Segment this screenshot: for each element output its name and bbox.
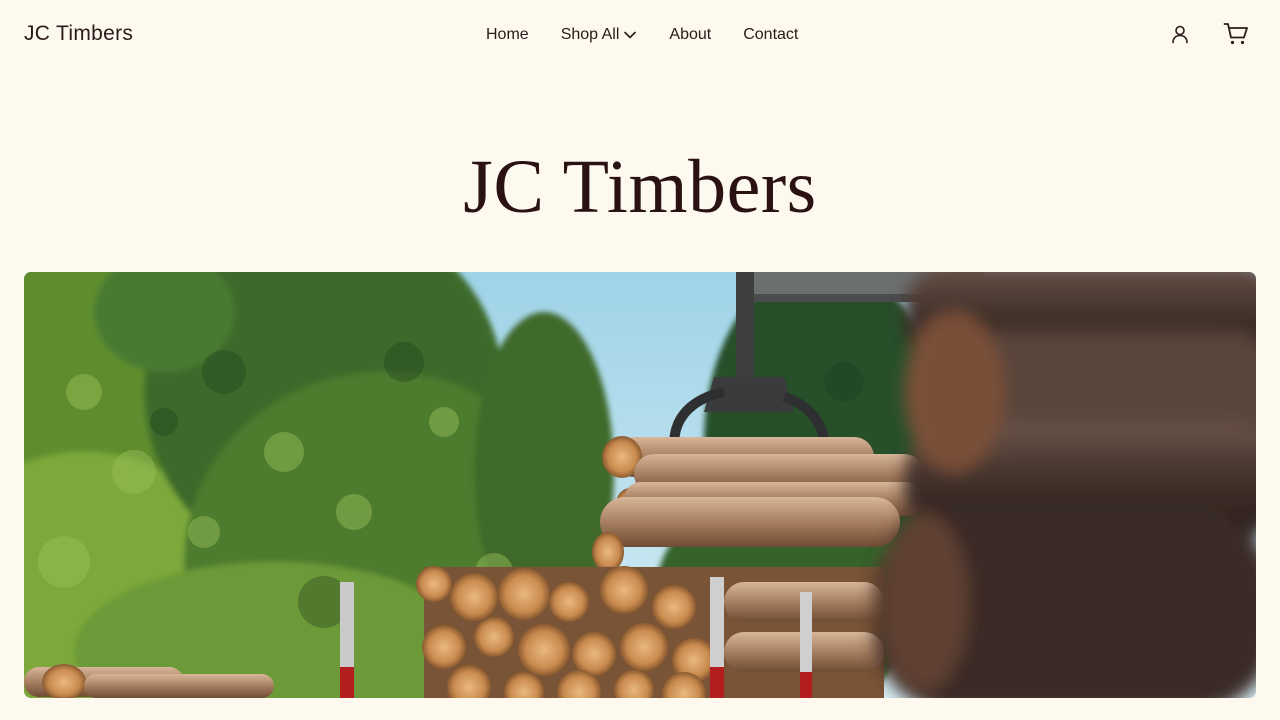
cart-icon (1223, 22, 1249, 51)
hero-image (24, 272, 1256, 698)
main-nav: Home Shop All About Contact (486, 26, 798, 44)
nav-shop-all-label: Shop All (560, 26, 620, 43)
timber-logs-crane-photo (24, 272, 1256, 698)
site-header: JC Timbers Home Shop All About Contact (0, 0, 1280, 72)
cart-button[interactable] (1222, 22, 1250, 50)
user-icon (1170, 24, 1190, 49)
nav-contact-label: Contact (743, 26, 799, 43)
account-button[interactable] (1166, 22, 1194, 50)
nav-shop-all[interactable]: Shop All (561, 26, 638, 44)
chevron-down-icon (623, 28, 637, 42)
nav-about-label: About (669, 26, 712, 43)
nav-contact[interactable]: Contact (743, 26, 798, 44)
nav-home[interactable]: Home (486, 26, 529, 44)
site-logo[interactable]: JC Timbers (24, 22, 133, 46)
nav-about[interactable]: About (669, 26, 711, 44)
hero-title: JC Timbers (463, 145, 817, 229)
nav-home-label: Home (486, 26, 529, 43)
